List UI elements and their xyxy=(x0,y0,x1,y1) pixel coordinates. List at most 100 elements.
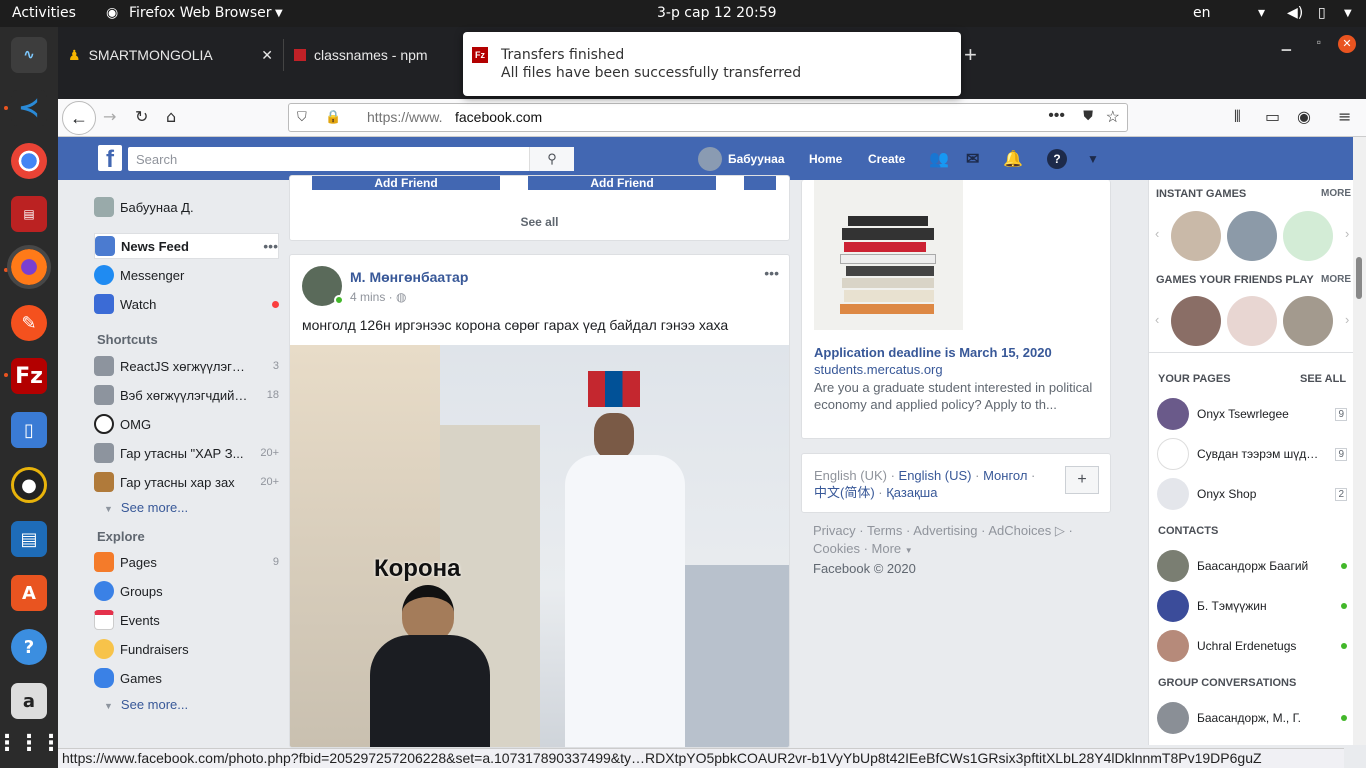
user-avatar[interactable] xyxy=(698,147,722,171)
sidebar-icon[interactable]: ▭ xyxy=(1265,107,1280,126)
amazon-icon[interactable]: a xyxy=(11,683,47,719)
show-apps-icon[interactable]: ⋮⋮⋮ xyxy=(0,725,62,761)
filezilla-icon[interactable]: Fz xyxy=(11,358,47,394)
add-language-button[interactable]: + xyxy=(1065,466,1099,494)
explore-item-fundraisers[interactable]: Fundraisers xyxy=(94,636,279,662)
home-button[interactable]: ⌂ xyxy=(166,107,176,126)
shortcut-item[interactable]: Вэб хөгжүүлэгчдийн бүлэг18 xyxy=(94,382,279,408)
post-time[interactable]: 4 mins · ◍ xyxy=(350,290,407,304)
add-friend-button[interactable]: Add Friend xyxy=(312,176,500,190)
see-more-explore[interactable]: ▼ See more... xyxy=(104,697,188,712)
search-icon[interactable]: ⚲ xyxy=(529,147,574,171)
battery-icon[interactable]: ▯ xyxy=(1318,5,1326,21)
terminal-app-icon[interactable]: ▤ xyxy=(11,196,47,232)
system-monitor-icon[interactable]: ∿ xyxy=(11,37,47,73)
keyboard-layout[interactable]: en xyxy=(1193,5,1211,21)
sidebar-item-news-feed[interactable]: News Feed ••• xyxy=(94,233,279,259)
facebook-logo-icon[interactable]: f xyxy=(98,145,122,173)
new-tab-button[interactable]: + xyxy=(964,39,977,71)
friend-requests-icon[interactable]: 👥 xyxy=(929,149,949,169)
messenger-icon[interactable]: ✉ xyxy=(966,149,979,169)
shortcut-item[interactable]: Гар утасны хар зах 20+ xyxy=(94,469,279,495)
privacy-link[interactable]: Privacy xyxy=(813,523,856,538)
chevron-right-icon[interactable]: › xyxy=(1345,226,1349,241)
help-icon-fb[interactable]: ? xyxy=(1047,149,1067,169)
contact-item[interactable]: Б. Тэмүүжин xyxy=(1157,590,1347,622)
library-icon[interactable]: ⫴ xyxy=(1234,107,1241,127)
ad-image[interactable] xyxy=(814,180,963,330)
page-actions-icon[interactable]: ••• xyxy=(1048,107,1065,125)
post-options-icon[interactable]: ••• xyxy=(764,265,779,281)
account-icon[interactable]: ◉ xyxy=(1297,107,1311,126)
close-tab-icon[interactable]: ✕ xyxy=(261,47,273,64)
sidebar-item-profile[interactable]: Бабуунаа Д. xyxy=(94,194,279,220)
facebook-search-input[interactable]: Search ⚲ xyxy=(128,147,574,171)
sponsored-ad[interactable]: Application deadline is March 15, 2020 s… xyxy=(801,180,1111,439)
see-all-pages[interactable]: SEE ALL xyxy=(1300,373,1346,385)
clock[interactable]: 3-р сар 12 20:59 xyxy=(657,5,777,21)
volume-icon[interactable]: ◀) xyxy=(1287,5,1303,21)
friends-games-more[interactable]: MORE xyxy=(1321,274,1351,285)
postman-icon[interactable]: ✎ xyxy=(11,305,47,341)
game-thumbnail[interactable] xyxy=(1171,296,1221,346)
menu-icon[interactable]: ≡ xyxy=(1338,107,1351,126)
shortcut-item[interactable]: OMG xyxy=(94,411,279,437)
instant-games-more[interactable]: MORE xyxy=(1321,188,1351,199)
wifi-icon[interactable]: ▾ xyxy=(1258,5,1265,21)
game-thumbnail[interactable] xyxy=(1283,211,1333,261)
add-friend-button[interactable]: Add Friend xyxy=(528,176,716,190)
rhythmbox-icon[interactable]: ● xyxy=(11,467,47,503)
pocket-icon[interactable]: ⛊ xyxy=(1083,108,1093,124)
chevron-left-icon[interactable]: ‹ xyxy=(1155,312,1159,327)
chevron-left-icon[interactable]: ‹ xyxy=(1155,226,1159,241)
help-icon[interactable]: ? xyxy=(11,629,47,665)
more-link[interactable]: More xyxy=(872,541,902,556)
explore-item-events[interactable]: Events xyxy=(94,607,279,633)
chevron-right-icon[interactable]: › xyxy=(1345,312,1349,327)
ad-title[interactable]: Application deadline is March 15, 2020 xyxy=(814,345,1052,360)
home-link[interactable]: Home xyxy=(809,152,842,166)
activities-button[interactable]: Activities xyxy=(12,5,76,21)
files-icon[interactable]: ▯ xyxy=(11,412,47,448)
page-item[interactable]: Сувдан тээрэм шүднийн 9 xyxy=(1157,438,1347,470)
cookies-link[interactable]: Cookies xyxy=(813,541,860,556)
page-item[interactable]: Onyx Tsewrlegee 9 xyxy=(1157,398,1347,430)
game-thumbnail[interactable] xyxy=(1227,296,1277,346)
tab-smartmongolia[interactable]: ♟ SMARTMONGOLIA ✕ xyxy=(58,39,283,71)
system-menu-icon[interactable]: ▼ xyxy=(1344,8,1352,19)
notifications-icon[interactable]: 🔔 xyxy=(1003,149,1023,169)
page-item[interactable]: Onyx Shop 2 xyxy=(1157,478,1347,510)
group-conversation-item[interactable]: Баасандорж, М., Г. xyxy=(1157,702,1347,734)
post-author[interactable]: М. Мөнгөнбаатар xyxy=(350,269,468,285)
software-center-icon[interactable]: A xyxy=(11,575,47,611)
close-window-icon[interactable]: ✕ xyxy=(1338,35,1356,53)
scrollbar-thumb[interactable] xyxy=(1356,257,1362,299)
ad-domain[interactable]: students.mercatus.org xyxy=(814,362,943,377)
bookmark-star-icon[interactable]: ☆ xyxy=(1106,107,1120,127)
add-friend-button[interactable] xyxy=(744,176,776,190)
maximize-icon[interactable]: ▫ xyxy=(1317,35,1321,49)
see-more-shortcuts[interactable]: ▼ See more... xyxy=(104,500,188,515)
notification-popup[interactable]: Fz Transfers finished All files have bee… xyxy=(463,32,961,96)
more-options-icon[interactable]: ••• xyxy=(263,238,278,254)
url-bar[interactable]: ⛉ 🔒 https://www. facebook.com ••• ⛊ ☆ xyxy=(288,103,1128,132)
shield-icon[interactable]: ⛉ xyxy=(297,109,307,125)
account-menu-icon[interactable]: ▼ xyxy=(1087,152,1099,166)
profile-link[interactable]: Бабуунаа xyxy=(728,152,785,166)
advertising-link[interactable]: Advertising xyxy=(913,523,977,538)
see-all-link[interactable]: See all xyxy=(290,215,789,229)
contact-item[interactable]: Баасандорж Баагий xyxy=(1157,550,1347,582)
post-image[interactable]: Корона xyxy=(290,345,789,747)
app-menu[interactable]: Firefox Web Browser xyxy=(129,5,272,21)
game-thumbnail[interactable] xyxy=(1171,211,1221,261)
back-button[interactable]: ← xyxy=(62,101,96,135)
shortcut-item[interactable]: ReactJS хөгжүүлэгчид 3 xyxy=(94,353,279,379)
language-link[interactable]: Қазақша xyxy=(886,485,937,500)
shortcut-item[interactable]: Гар утасны "ХАР З... 20+ xyxy=(94,440,279,466)
page-scrollbar[interactable] xyxy=(1353,137,1366,745)
explore-item-groups[interactable]: Groups xyxy=(94,578,279,604)
language-link[interactable]: English (US) xyxy=(899,468,972,483)
firefox-dock-icon[interactable] xyxy=(7,245,51,289)
sidebar-item-messenger[interactable]: Messenger xyxy=(94,262,279,288)
chrome-icon[interactable] xyxy=(11,143,47,179)
